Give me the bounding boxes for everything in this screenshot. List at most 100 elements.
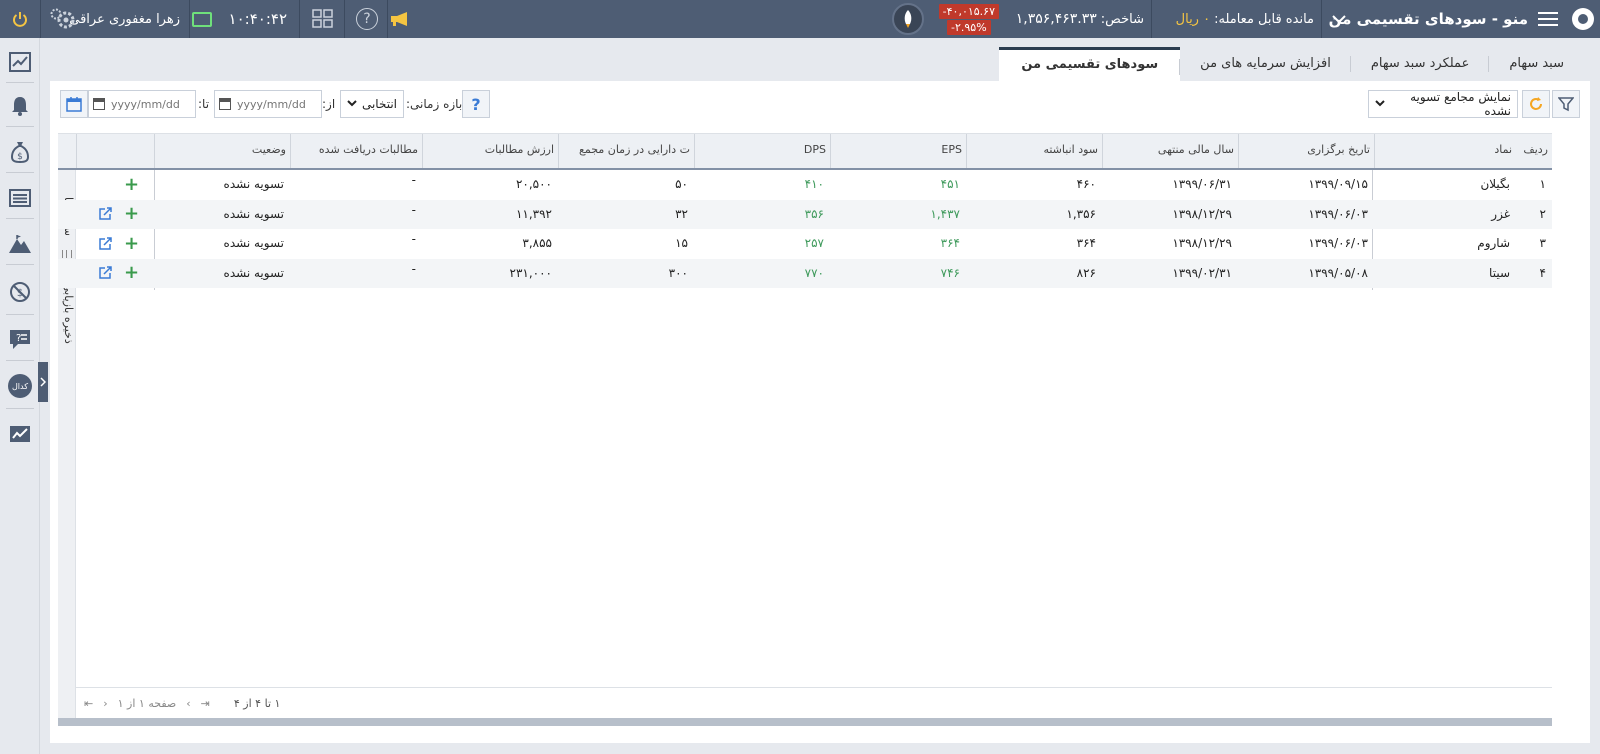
faq-icon[interactable]: ? (6, 326, 34, 354)
cell-symbol: سیتا (1489, 265, 1510, 280)
table-row[interactable]: ۳ شاروم ۱۳۹۹/۰۶/۰۳ ۱۳۹۸/۱۲/۲۹ ۳۶۴ ۳۶۴ ۲۵… (58, 229, 1552, 259)
assembly-filter-select[interactable]: نمایش مجامع تسویه نشده (1368, 90, 1518, 118)
index-label: شاخص: (1100, 11, 1144, 27)
cell-symbol: شاروم (1477, 236, 1510, 250)
header-symbol[interactable]: نماد (1374, 134, 1516, 168)
index-change: -۴۰,۰۱۵.۶۷ -۲.۹۵% (938, 0, 999, 38)
cell-eps: ۳۶۴ (940, 236, 960, 250)
table-row[interactable]: ۱ بگیلان ۱۳۹۹/۰۹/۱۵ ۱۳۹۹/۰۶/۳۱ ۴۶۰ ۴۵۱ ۴… (58, 170, 1552, 200)
cell-received-claims: - (411, 202, 416, 217)
from-label: از: (322, 97, 336, 111)
filter-button[interactable] (1552, 90, 1580, 118)
cell-received-claims: - (411, 232, 416, 246)
external-link-icon[interactable] (98, 266, 112, 280)
megaphone-icon[interactable] (385, 0, 415, 38)
cell-retained-earnings: ۴۶۰ (1076, 177, 1096, 191)
header-row-index[interactable]: ردیف (1516, 134, 1552, 168)
first-page-icon[interactable]: ⇤ (84, 697, 93, 710)
grid-header: ردیف نماد تاریخ برگزاری سال مالی منتهی س… (58, 134, 1552, 170)
cell-row-index: ۲ (1539, 206, 1546, 221)
from-date-input[interactable] (237, 97, 317, 111)
cell-symbol: غزر (1491, 206, 1510, 221)
no-loss-icon[interactable]: $ (6, 278, 34, 306)
tab-portfolio[interactable]: سبد سهام (1489, 47, 1584, 81)
help-icon[interactable]: ? (352, 0, 382, 38)
header-dps[interactable]: DPS (694, 134, 830, 168)
external-link-icon[interactable] (98, 236, 112, 251)
tab-my-dividends[interactable]: سودهای تقسیمی من (999, 47, 1181, 81)
header-retained-earnings[interactable]: سود انباشته (966, 134, 1102, 168)
next-page-icon[interactable]: › (186, 697, 190, 710)
app-logo[interactable] (1566, 0, 1600, 38)
tabs: سبد سهام عملکرد سبد سهام افزایش سرمایه ه… (999, 47, 1584, 81)
external-link-icon[interactable] (98, 207, 112, 221)
power-icon[interactable] (0, 0, 40, 38)
header-claim-value[interactable]: ارزش مطالبات (422, 134, 558, 168)
tab-portfolio-performance[interactable]: عملکرد سبد سهام (1351, 47, 1490, 81)
header-status[interactable]: وضعیت (154, 134, 290, 168)
mountain-icon[interactable] (6, 230, 34, 258)
question-icon: ? (471, 94, 481, 114)
cell-claim-value: ۲۰,۵۰۰ (515, 177, 552, 191)
grid-layout-icon[interactable] (308, 0, 338, 38)
calendar-icon[interactable] (219, 98, 231, 110)
period-value: انتخابی (361, 97, 397, 111)
row-actions: + (98, 200, 139, 229)
gear-icon[interactable] (46, 0, 80, 38)
header-assets-at-assembly[interactable]: ت دارایی در زمان مجمع (558, 134, 694, 168)
header-eps[interactable]: EPS (830, 134, 966, 168)
record-range: ۱ تا ۴ از ۴ (233, 697, 281, 710)
bell-icon[interactable] (6, 92, 34, 120)
to-date-input[interactable] (111, 97, 191, 111)
trend-icon[interactable] (6, 420, 34, 448)
cell-symbol: بگیلان (1480, 177, 1510, 191)
to-date-field[interactable] (88, 90, 196, 118)
period-select[interactable]: انتخابی (340, 90, 404, 118)
codal-icon[interactable]: کدال (6, 372, 34, 400)
add-icon[interactable]: + (124, 234, 139, 253)
list-icon[interactable] (6, 184, 34, 212)
add-icon[interactable]: + (124, 175, 139, 194)
tab-my-capital-increases[interactable]: افزایش سرمایه های من (1180, 47, 1351, 81)
prev-page-icon[interactable]: ‹ (103, 697, 107, 710)
cell-fiscal-year: ۱۳۹۹/۰۶/۳۱ (1172, 177, 1232, 191)
add-icon[interactable]: + (124, 205, 139, 223)
table-row[interactable]: ۴ سیتا ۱۳۹۹/۰۵/۰۸ ۱۳۹۹/۰۲/۳۱ ۸۲۶ ۷۴۶ ۷۷۰… (58, 258, 1552, 288)
sidebar-expand-toggle[interactable] (38, 362, 48, 402)
refresh-button[interactable] (1522, 90, 1550, 118)
chart-icon[interactable] (6, 48, 34, 76)
tradable-balance: مانده قابل معامله: ۰ ریال (1172, 0, 1314, 38)
cell-status: تسویه نشده (223, 236, 284, 250)
add-icon[interactable]: + (124, 264, 139, 282)
table-row[interactable]: ۲ غزر ۱۳۹۹/۰۶/۰۳ ۱۳۹۸/۱۲/۲۹ ۱,۳۵۶ ۱,۴۳۷ … (58, 199, 1552, 229)
codal-label: کدال (8, 374, 32, 398)
rocket-icon[interactable] (892, 3, 924, 35)
date-search-button[interactable] (60, 90, 88, 118)
chevron-down-icon[interactable] (1328, 0, 1350, 38)
hamburger-menu-icon[interactable] (1536, 0, 1560, 38)
from-date-field[interactable] (214, 90, 322, 118)
menu-title[interactable]: منو - سودهای تقسیمی من (1329, 0, 1528, 38)
dividends-grid: ستون ها ذخیره بازیابی ردیف نماد تاریخ بر… (58, 133, 1552, 726)
assembly-filter-value: نمایش مجامع تسویه نشده (1410, 90, 1511, 118)
horizontal-scrollbar[interactable] (58, 718, 1552, 726)
index-change-value: -۴۰,۰۱۵.۶۷ (938, 3, 999, 19)
username[interactable]: زهرا مغفوری عراقی (69, 0, 180, 38)
chevron-down-icon (1375, 99, 1385, 110)
cell-fiscal-year: ۱۳۹۸/۱۲/۲۹ (1172, 206, 1232, 221)
calendar-icon[interactable] (93, 98, 105, 110)
header-fiscal-year[interactable]: سال مالی منتهی (1102, 134, 1238, 168)
last-page-icon[interactable]: ⇥ (201, 697, 210, 710)
cell-retained-earnings: ۸۲۶ (1076, 265, 1096, 280)
period-label: بازه زمانی: (406, 97, 463, 111)
cell-claim-value: ۱۱,۳۹۲ (515, 206, 552, 221)
header-received-claims[interactable]: مطالبات دریافت شده (290, 134, 422, 168)
clock: ۱۰:۴۰:۴۲ (228, 10, 287, 28)
balance-value: ۰ ریال (1175, 11, 1211, 27)
header-assembly-date[interactable]: تاریخ برگزاری (1238, 134, 1374, 168)
monitor-icon (190, 0, 214, 38)
cell-dps: ۴۱۰ (804, 177, 824, 191)
money-bag-icon[interactable]: $ (6, 138, 34, 166)
cell-row-index: ۳ (1539, 236, 1546, 250)
help-button[interactable]: ? (462, 90, 490, 118)
